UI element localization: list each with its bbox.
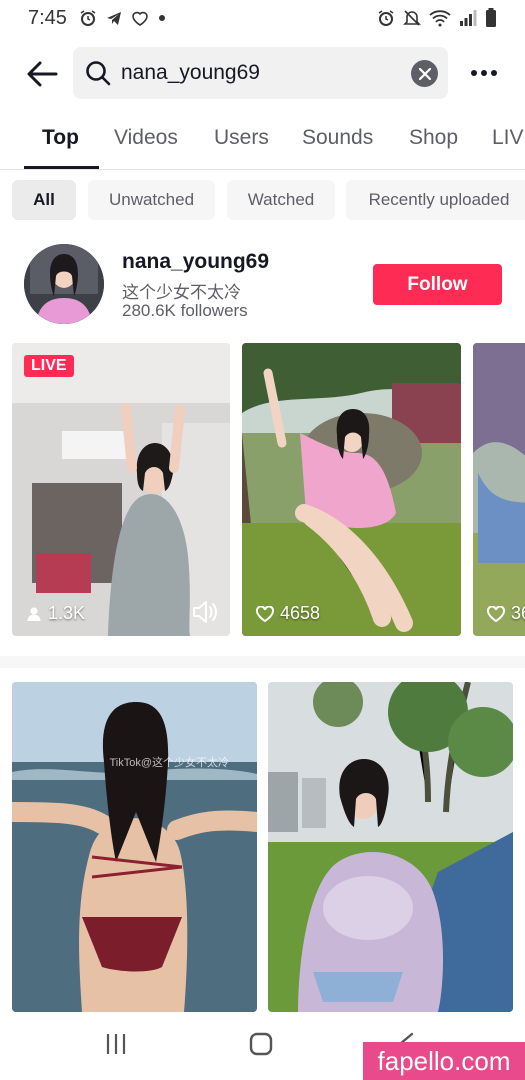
heart-icon xyxy=(487,605,505,622)
viewer-count: 1.3K xyxy=(26,603,85,624)
follow-button[interactable]: Follow xyxy=(373,264,502,305)
video-grid-item[interactable] xyxy=(268,682,513,1012)
like-count-text: 4658 xyxy=(280,603,321,623)
search-input[interactable]: nana_young69 xyxy=(73,47,448,99)
filter-chip-unwatched[interactable]: Unwatched xyxy=(88,180,215,220)
video-grid-item[interactable]: TikTok@这个少女不太冷 xyxy=(12,682,257,1012)
tab-live[interactable]: LIV xyxy=(492,126,524,150)
video-thumbnail xyxy=(268,682,513,1012)
wifi-icon xyxy=(429,9,451,27)
recent-apps-icon[interactable] xyxy=(104,1032,128,1056)
dot-icon xyxy=(491,70,497,76)
back-button[interactable] xyxy=(22,56,62,92)
live-video-card[interactable]: LIVE 1.3K xyxy=(12,343,230,636)
search-header: nana_young69 xyxy=(0,44,525,104)
filter-chip-watched[interactable]: Watched xyxy=(227,180,335,220)
tab-shop[interactable]: Shop xyxy=(409,126,458,150)
mute-icon xyxy=(403,9,421,27)
video-thumbnail xyxy=(473,343,525,636)
viewer-count-text: 1.3K xyxy=(48,603,86,623)
more-options-button[interactable] xyxy=(466,58,502,88)
alarm-icon xyxy=(79,9,97,27)
filter-chip-recently-uploaded[interactable]: Recently uploaded xyxy=(346,180,525,220)
battery-icon xyxy=(485,8,497,28)
home-icon[interactable] xyxy=(249,1032,273,1056)
follower-count: 280.6K followers xyxy=(122,301,248,320)
video-carousel: LIVE 1.3K 4658 3 xyxy=(0,343,525,636)
site-watermark: fapello.com xyxy=(363,1042,525,1080)
video-watermark: TikTok@这个少女不太冷 xyxy=(109,757,229,769)
status-bar: 7:45 xyxy=(0,0,525,36)
app-notification-icon xyxy=(131,9,149,27)
nickname: 这个少女不太冷 xyxy=(122,283,241,302)
person-icon xyxy=(27,607,41,621)
signal-icon xyxy=(459,9,477,27)
dot-icon xyxy=(471,70,477,76)
user-result[interactable]: nana_young69 这个少女不太冷 280.6K followers Fo… xyxy=(0,236,525,332)
search-tabs: Top Videos Users Sounds Shop LIV xyxy=(0,112,525,170)
video-thumbnail xyxy=(12,343,230,636)
back-arrow-icon xyxy=(27,61,58,87)
video-card[interactable]: 4658 xyxy=(242,343,461,636)
video-thumbnail xyxy=(242,343,461,636)
close-icon xyxy=(418,67,431,80)
status-time: 7:45 xyxy=(28,6,67,29)
telegram-icon xyxy=(105,9,123,27)
search-query: nana_young69 xyxy=(121,61,260,84)
like-count: 4658 xyxy=(256,603,320,624)
speaker-icon[interactable] xyxy=(192,600,218,624)
tab-users[interactable]: Users xyxy=(214,126,269,150)
live-badge: LIVE xyxy=(24,355,74,377)
username: nana_young69 xyxy=(122,250,270,273)
avatar[interactable] xyxy=(24,244,104,324)
active-tab-indicator xyxy=(24,166,99,169)
search-icon xyxy=(86,61,111,86)
tab-videos[interactable]: Videos xyxy=(114,126,178,150)
more-notifications-dot-icon xyxy=(157,13,167,23)
alarm-icon xyxy=(377,9,395,27)
heart-icon xyxy=(256,605,274,622)
video-card[interactable]: 36 xyxy=(473,343,525,636)
clear-search-button[interactable] xyxy=(411,60,438,87)
filter-chips: All Unwatched Watched Recently uploaded xyxy=(0,180,525,222)
dot-icon xyxy=(481,70,487,76)
filter-chip-all[interactable]: All xyxy=(12,180,76,220)
video-thumbnail xyxy=(12,682,257,1012)
like-count-text: 36 xyxy=(511,603,525,623)
section-divider xyxy=(0,656,525,668)
tab-sounds[interactable]: Sounds xyxy=(302,126,373,150)
tab-top[interactable]: Top xyxy=(42,126,79,150)
like-count: 36 xyxy=(487,603,525,624)
